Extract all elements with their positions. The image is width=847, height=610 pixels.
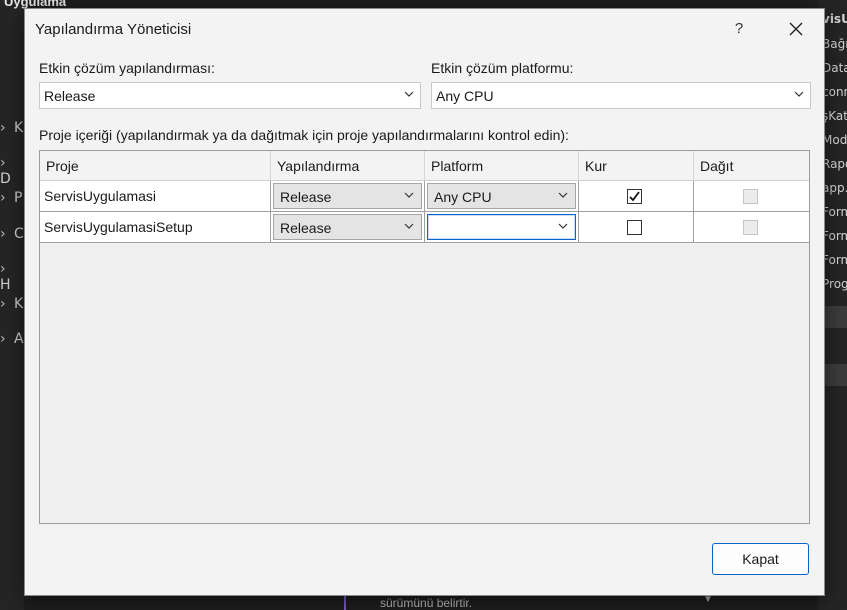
chevron-right-icon: ›: [0, 261, 6, 277]
column-header-configuration[interactable]: Yapılandırma: [271, 151, 425, 181]
table-row-configuration-cell: Release: [271, 212, 425, 243]
close-button[interactable]: [782, 15, 810, 43]
chevron-down-icon: [794, 91, 804, 97]
ide-tree-item[interactable]: › P: [0, 190, 22, 206]
solution-platform-select[interactable]: Any CPU: [431, 82, 811, 109]
ide-right-item[interactable]: Form: [822, 229, 847, 243]
platform-select[interactable]: [427, 214, 576, 240]
chevron-right-icon: ›: [0, 190, 6, 206]
ide-right-header: visU: [822, 12, 847, 26]
column-header-deploy[interactable]: Dağıt: [694, 151, 809, 181]
ide-right-item[interactable]: Prog: [822, 277, 847, 291]
table-row-deploy-cell: [694, 181, 809, 212]
table-row-build-cell: [579, 212, 694, 243]
chevron-down-icon: [404, 192, 414, 198]
platform-select[interactable]: Any CPU: [427, 183, 576, 209]
solution-config-value: Release: [44, 88, 96, 104]
configuration-select[interactable]: Release: [273, 214, 422, 240]
deploy-checkbox: [743, 220, 758, 235]
column-header-project[interactable]: Proje: [40, 151, 271, 181]
close-dialog-button[interactable]: Kapat: [712, 543, 809, 575]
chevron-down-icon: [404, 91, 414, 97]
ide-right-item[interactable]: app.: [822, 181, 847, 195]
chevron-down-icon: [558, 192, 568, 198]
ide-right-item[interactable]: Rapo: [822, 157, 847, 171]
configuration-select[interactable]: Release: [273, 183, 422, 209]
ide-bottom-text: sürümünü belirtir.: [380, 596, 473, 610]
ide-right-item[interactable]: Form: [822, 253, 847, 267]
ide-tree-item[interactable]: › K: [0, 296, 23, 312]
table-row-configuration-cell: Release: [271, 181, 425, 212]
dialog-title: Yapılandırma Yöneticisi: [35, 21, 192, 38]
ide-tree-item[interactable]: › K: [0, 120, 23, 136]
column-header-platform[interactable]: Platform: [425, 151, 579, 181]
solution-platform-value: Any CPU: [436, 88, 494, 104]
build-checkbox[interactable]: [627, 220, 642, 235]
chevron-right-icon: ›: [0, 155, 6, 171]
help-button[interactable]: ?: [725, 15, 753, 43]
solution-config-label: Etkin çözüm yapılandırması:: [39, 60, 215, 76]
solution-config-select[interactable]: Release: [39, 82, 421, 109]
table-row-build-cell: [579, 181, 694, 212]
ide-right-item[interactable]: şKat: [822, 109, 847, 123]
chevron-right-icon: ›: [0, 331, 6, 347]
column-header-build[interactable]: Kur: [579, 151, 694, 181]
ide-right-item[interactable]: Mod: [822, 133, 847, 147]
chevron-right-icon: ›: [0, 226, 6, 242]
table-row-project-cell[interactable]: ServisUygulamasiSetup: [40, 212, 271, 243]
project-contexts-grid: Proje Yapılandırma Platform Kur Dağıt Se…: [39, 150, 810, 524]
project-contexts-label: Proje içeriği (yapılandırmak ya da dağıt…: [39, 127, 569, 143]
build-checkbox[interactable]: [627, 189, 642, 204]
ide-right-item[interactable]: Form: [822, 205, 847, 219]
ide-tree-item[interactable]: › C: [0, 226, 24, 242]
deploy-checkbox: [743, 189, 758, 204]
ide-tree-item[interactable]: ›H: [0, 261, 24, 293]
ide-solution-explorer-left: Uygulama › K ›D › P › C ›H › K › A: [0, 0, 66, 610]
configuration-manager-dialog: Yapılandırma Yöneticisi ? Etkin çözüm ya…: [24, 8, 825, 596]
chevron-right-icon: ›: [0, 296, 6, 312]
chevron-down-icon: [404, 223, 414, 229]
ide-right-item[interactable]: conn: [822, 85, 847, 99]
table-row-deploy-cell: [694, 212, 809, 243]
ide-right-item[interactable]: Bağı: [822, 37, 847, 51]
solution-platform-label: Etkin çözüm platformu:: [431, 60, 574, 76]
table-row-project-cell[interactable]: ServisUygulamasi: [40, 181, 271, 212]
chevron-down-icon: [558, 223, 568, 229]
checkmark-icon: [629, 191, 640, 202]
ide-right-item[interactable]: Data: [822, 61, 847, 75]
table-row-platform-cell: Any CPU: [425, 181, 579, 212]
close-icon: [789, 22, 803, 36]
ide-tree-item[interactable]: › A: [0, 331, 24, 347]
chevron-right-icon: ›: [0, 120, 6, 136]
table-row-platform-cell: [425, 212, 579, 243]
ide-tree-item[interactable]: ›D: [0, 155, 24, 187]
